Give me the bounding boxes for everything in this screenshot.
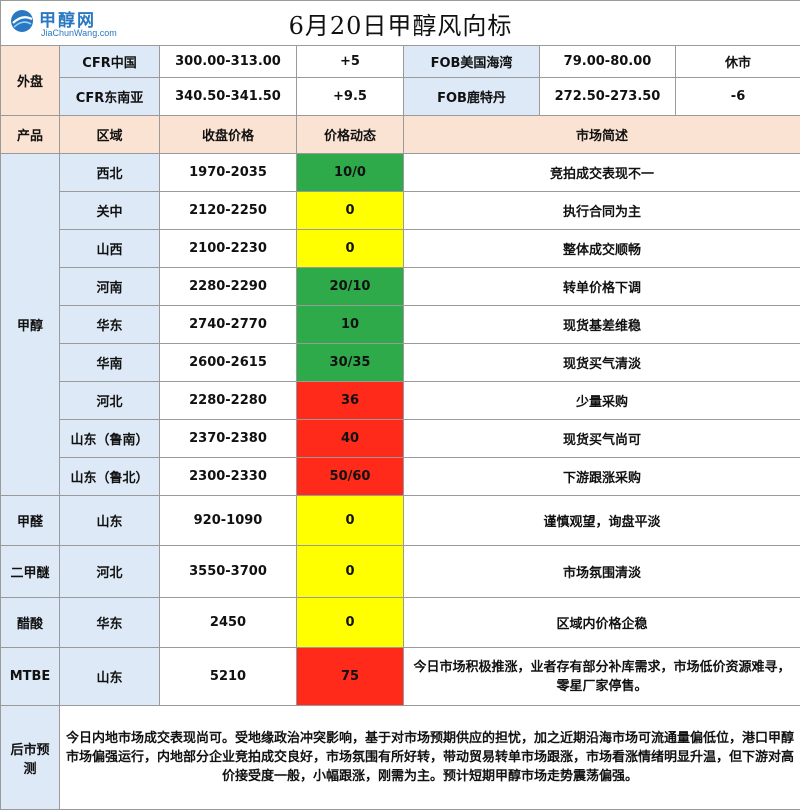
header-region: 区域 <box>59 115 160 154</box>
external-price-cfr-sea: 340.50-341.50 <box>159 77 297 116</box>
methanol-price: 2300-2330 <box>159 457 297 496</box>
methanol-region: 河北 <box>59 381 160 420</box>
methanol-comment: 转单价格下调 <box>402 267 800 306</box>
report-sheet: 甲醇网 JiaChunWang.com 6月20日甲醇风向标 外盘 CFR中国 … <box>0 0 800 810</box>
other-comment: 谨慎观望，询盘平淡 <box>402 495 800 546</box>
forecast-label: 后市预测 <box>0 705 60 810</box>
methanol-change: 30/35 <box>296 343 404 382</box>
methanol-comment: 整体成交顺畅 <box>402 229 800 268</box>
methanol-price: 2280-2280 <box>159 381 297 420</box>
external-price-fob-rotterdam: 272.50-273.50 <box>539 77 676 116</box>
product-mtbe: MTBE <box>0 647 60 706</box>
methanol-region: 河南 <box>59 267 160 306</box>
header-price: 收盘价格 <box>159 115 297 154</box>
methanol-region: 西北 <box>59 153 160 192</box>
external-name-cfr-sea: CFR东南亚 <box>59 77 160 116</box>
other-price: 2450 <box>159 597 297 648</box>
header-change: 价格动态 <box>296 115 404 154</box>
external-price-fob-us-gulf: 79.00-80.00 <box>539 45 676 78</box>
methanol-price: 2600-2615 <box>159 343 297 382</box>
methanol-comment: 竞拍成交表现不一 <box>402 153 800 192</box>
methanol-price: 2370-2380 <box>159 419 297 458</box>
methanol-change: 0 <box>296 191 404 230</box>
other-region: 河北 <box>59 545 160 598</box>
methanol-price: 1970-2035 <box>159 153 297 192</box>
title-row: 甲醇网 JiaChunWang.com 6月20日甲醇风向标 <box>0 0 800 46</box>
other-price: 920-1090 <box>159 495 297 546</box>
methanol-change: 20/10 <box>296 267 404 306</box>
methanol-region: 山东（鲁北） <box>59 457 160 496</box>
external-name-fob-us-gulf: FOB美国海湾 <box>403 45 540 78</box>
external-change-fob-us-gulf: 休市 <box>674 45 800 78</box>
header-product: 产品 <box>0 115 60 154</box>
other-price: 5210 <box>159 647 297 706</box>
methanol-region: 山西 <box>59 229 160 268</box>
methanol-price: 2280-2290 <box>159 267 297 306</box>
methanol-comment: 现货买气清淡 <box>402 343 800 382</box>
methanol-region: 华东 <box>59 305 160 344</box>
external-name-cfr-china: CFR中国 <box>59 45 160 78</box>
other-change: 75 <box>296 647 404 706</box>
product-acetic-acid: 醋酸 <box>0 597 60 648</box>
page-title: 6月20日甲醇风向标 <box>288 11 513 40</box>
methanol-price: 2120-2250 <box>159 191 297 230</box>
methanol-comment: 现货基差维稳 <box>402 305 800 344</box>
external-label: 外盘 <box>0 45 60 116</box>
product-methanol: 甲醇 <box>0 153 60 496</box>
product-dme: 二甲醚 <box>0 545 60 598</box>
methanol-comment: 现货买气尚可 <box>402 419 800 458</box>
other-change: 0 <box>296 545 404 598</box>
methanol-region: 华南 <box>59 343 160 382</box>
jiachunwang-logo: 甲醇网 JiaChunWang.com <box>7 6 127 42</box>
other-change: 0 <box>296 495 404 546</box>
methanol-price: 2100-2230 <box>159 229 297 268</box>
external-name-fob-rotterdam: FOB鹿特丹 <box>403 77 540 116</box>
external-change-cfr-china: +5 <box>296 45 404 78</box>
other-comment: 今日市场积极推涨，业者存有部分补库需求，市场低价资源难寻，零星厂家停售。 <box>402 647 800 706</box>
external-change-fob-rotterdam: -6 <box>674 77 800 116</box>
product-formaldehyde: 甲醛 <box>0 495 60 546</box>
other-price: 3550-3700 <box>159 545 297 598</box>
methanol-region: 山东（鲁南） <box>59 419 160 458</box>
external-price-cfr-china: 300.00-313.00 <box>159 45 297 78</box>
methanol-price: 2740-2770 <box>159 305 297 344</box>
methanol-change: 0 <box>296 229 404 268</box>
logo-text-en: JiaChunWang.com <box>41 28 117 38</box>
methanol-region: 关中 <box>59 191 160 230</box>
methanol-change: 36 <box>296 381 404 420</box>
methanol-wind-vane-table: 甲醇网 JiaChunWang.com 6月20日甲醇风向标 外盘 CFR中国 … <box>0 0 800 810</box>
external-change-cfr-sea: +9.5 <box>296 77 404 116</box>
methanol-change: 10/0 <box>296 153 404 192</box>
methanol-comment: 少量采购 <box>402 381 800 420</box>
other-comment: 市场氛围清淡 <box>402 545 800 598</box>
header-comment: 市场简述 <box>402 115 800 154</box>
forecast-text: 今日内地市场成交表现尚可。受地缘政治冲突影响，基于对市场预期供应的担忧，加之近期… <box>58 705 800 810</box>
other-region: 山东 <box>59 647 160 706</box>
other-comment: 区域内价格企稳 <box>402 597 800 648</box>
methanol-comment: 下游跟涨采购 <box>402 457 800 496</box>
methanol-change: 10 <box>296 305 404 344</box>
other-region: 山东 <box>59 495 160 546</box>
globe-logo-icon <box>11 10 33 32</box>
methanol-comment: 执行合同为主 <box>402 191 800 230</box>
methanol-change: 50/60 <box>296 457 404 496</box>
other-change: 0 <box>296 597 404 648</box>
methanol-change: 40 <box>296 419 404 458</box>
other-region: 华东 <box>59 597 160 648</box>
